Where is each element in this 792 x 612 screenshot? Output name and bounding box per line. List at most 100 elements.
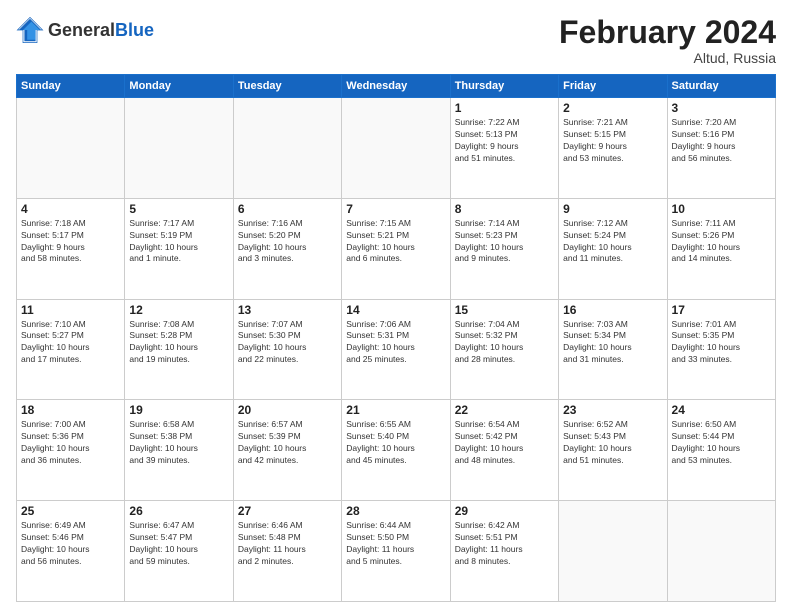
day-number: 18 [21, 403, 120, 417]
day-number: 16 [563, 303, 662, 317]
day-number: 24 [672, 403, 771, 417]
day-number: 25 [21, 504, 120, 518]
table-row: 25 Sunrise: 6:49 AM Sunset: 5:46 PM Dayli… [17, 501, 125, 602]
col-thursday: Thursday [450, 75, 558, 98]
day-info: Sunrise: 7:17 AM Sunset: 5:19 PM Dayligh… [129, 218, 228, 266]
day-info: Sunrise: 7:12 AM Sunset: 5:24 PM Dayligh… [563, 218, 662, 266]
table-row: 26 Sunrise: 6:47 AM Sunset: 5:47 PM Dayli… [125, 501, 233, 602]
day-number: 3 [672, 101, 771, 115]
day-info: Sunrise: 6:47 AM Sunset: 5:47 PM Dayligh… [129, 520, 228, 568]
day-number: 9 [563, 202, 662, 216]
day-info: Sunrise: 6:52 AM Sunset: 5:43 PM Dayligh… [563, 419, 662, 467]
col-tuesday: Tuesday [233, 75, 341, 98]
day-info: Sunrise: 6:57 AM Sunset: 5:39 PM Dayligh… [238, 419, 337, 467]
table-row: 20 Sunrise: 6:57 AM Sunset: 5:39 PM Dayli… [233, 400, 341, 501]
header: GeneralBlue February 2024 Altud, Russia [16, 16, 776, 66]
table-row: 23 Sunrise: 6:52 AM Sunset: 5:43 PM Dayli… [559, 400, 667, 501]
table-row: 5 Sunrise: 7:17 AM Sunset: 5:19 PM Daylig… [125, 198, 233, 299]
table-row: 6 Sunrise: 7:16 AM Sunset: 5:20 PM Daylig… [233, 198, 341, 299]
table-row [667, 501, 775, 602]
day-info: Sunrise: 7:08 AM Sunset: 5:28 PM Dayligh… [129, 319, 228, 367]
table-row: 13 Sunrise: 7:07 AM Sunset: 5:30 PM Dayli… [233, 299, 341, 400]
table-row: 18 Sunrise: 7:00 AM Sunset: 5:36 PM Dayli… [17, 400, 125, 501]
day-number: 20 [238, 403, 337, 417]
logo-icon [16, 16, 44, 44]
day-info: Sunrise: 7:11 AM Sunset: 5:26 PM Dayligh… [672, 218, 771, 266]
col-wednesday: Wednesday [342, 75, 450, 98]
day-info: Sunrise: 7:14 AM Sunset: 5:23 PM Dayligh… [455, 218, 554, 266]
table-row: 7 Sunrise: 7:15 AM Sunset: 5:21 PM Daylig… [342, 198, 450, 299]
day-info: Sunrise: 6:50 AM Sunset: 5:44 PM Dayligh… [672, 419, 771, 467]
calendar-table: Sunday Monday Tuesday Wednesday Thursday… [16, 74, 776, 602]
table-row [125, 98, 233, 199]
day-number: 12 [129, 303, 228, 317]
table-row: 27 Sunrise: 6:46 AM Sunset: 5:48 PM Dayli… [233, 501, 341, 602]
day-number: 27 [238, 504, 337, 518]
title-month: February 2024 [559, 16, 776, 48]
table-row: 14 Sunrise: 7:06 AM Sunset: 5:31 PM Dayli… [342, 299, 450, 400]
logo-text: GeneralBlue [48, 21, 154, 39]
col-monday: Monday [125, 75, 233, 98]
day-info: Sunrise: 6:42 AM Sunset: 5:51 PM Dayligh… [455, 520, 554, 568]
day-number: 28 [346, 504, 445, 518]
title-block: February 2024 Altud, Russia [559, 16, 776, 66]
day-number: 2 [563, 101, 662, 115]
day-number: 1 [455, 101, 554, 115]
table-row [17, 98, 125, 199]
day-info: Sunrise: 7:01 AM Sunset: 5:35 PM Dayligh… [672, 319, 771, 367]
calendar-week-row: 11 Sunrise: 7:10 AM Sunset: 5:27 PM Dayli… [17, 299, 776, 400]
logo: GeneralBlue [16, 16, 154, 44]
day-info: Sunrise: 6:44 AM Sunset: 5:50 PM Dayligh… [346, 520, 445, 568]
day-number: 7 [346, 202, 445, 216]
day-info: Sunrise: 7:10 AM Sunset: 5:27 PM Dayligh… [21, 319, 120, 367]
day-number: 10 [672, 202, 771, 216]
table-row [559, 501, 667, 602]
day-number: 13 [238, 303, 337, 317]
table-row: 29 Sunrise: 6:42 AM Sunset: 5:51 PM Dayli… [450, 501, 558, 602]
day-number: 14 [346, 303, 445, 317]
day-info: Sunrise: 6:54 AM Sunset: 5:42 PM Dayligh… [455, 419, 554, 467]
day-number: 6 [238, 202, 337, 216]
day-number: 5 [129, 202, 228, 216]
day-info: Sunrise: 7:16 AM Sunset: 5:20 PM Dayligh… [238, 218, 337, 266]
col-saturday: Saturday [667, 75, 775, 98]
table-row: 9 Sunrise: 7:12 AM Sunset: 5:24 PM Daylig… [559, 198, 667, 299]
day-info: Sunrise: 6:55 AM Sunset: 5:40 PM Dayligh… [346, 419, 445, 467]
title-location: Altud, Russia [559, 50, 776, 66]
day-info: Sunrise: 6:46 AM Sunset: 5:48 PM Dayligh… [238, 520, 337, 568]
table-row [233, 98, 341, 199]
day-number: 22 [455, 403, 554, 417]
page: GeneralBlue February 2024 Altud, Russia … [0, 0, 792, 612]
day-info: Sunrise: 7:06 AM Sunset: 5:31 PM Dayligh… [346, 319, 445, 367]
day-number: 29 [455, 504, 554, 518]
table-row: 24 Sunrise: 6:50 AM Sunset: 5:44 PM Dayli… [667, 400, 775, 501]
day-number: 21 [346, 403, 445, 417]
table-row: 21 Sunrise: 6:55 AM Sunset: 5:40 PM Dayli… [342, 400, 450, 501]
day-info: Sunrise: 6:49 AM Sunset: 5:46 PM Dayligh… [21, 520, 120, 568]
col-sunday: Sunday [17, 75, 125, 98]
calendar-header-row: Sunday Monday Tuesday Wednesday Thursday… [17, 75, 776, 98]
day-number: 11 [21, 303, 120, 317]
day-info: Sunrise: 7:15 AM Sunset: 5:21 PM Dayligh… [346, 218, 445, 266]
day-number: 23 [563, 403, 662, 417]
day-number: 26 [129, 504, 228, 518]
table-row: 19Sunrise: 6:58 AM Sunset: 5:38 PM Dayli… [125, 400, 233, 501]
day-number: 4 [21, 202, 120, 216]
logo-blue: Blue [115, 20, 154, 40]
day-info: Sunrise: 7:07 AM Sunset: 5:30 PM Dayligh… [238, 319, 337, 367]
day-number: 8 [455, 202, 554, 216]
table-row [342, 98, 450, 199]
table-row: 17Sunrise: 7:01 AM Sunset: 5:35 PM Dayli… [667, 299, 775, 400]
day-info: Sunrise: 7:21 AM Sunset: 5:15 PM Dayligh… [563, 117, 662, 165]
calendar-week-row: 1 Sunrise: 7:22 AM Sunset: 5:13 PM Daylig… [17, 98, 776, 199]
table-row: 15Sunrise: 7:04 AM Sunset: 5:32 PM Dayli… [450, 299, 558, 400]
table-row: 12 Sunrise: 7:08 AM Sunset: 5:28 PM Dayli… [125, 299, 233, 400]
day-info: Sunrise: 7:00 AM Sunset: 5:36 PM Dayligh… [21, 419, 120, 467]
table-row: 4Sunrise: 7:18 AM Sunset: 5:17 PM Daylig… [17, 198, 125, 299]
table-row: 1 Sunrise: 7:22 AM Sunset: 5:13 PM Daylig… [450, 98, 558, 199]
day-info: Sunrise: 7:20 AM Sunset: 5:16 PM Dayligh… [672, 117, 771, 165]
day-info: Sunrise: 7:22 AM Sunset: 5:13 PM Dayligh… [455, 117, 554, 165]
calendar-week-row: 25 Sunrise: 6:49 AM Sunset: 5:46 PM Dayli… [17, 501, 776, 602]
table-row: 28 Sunrise: 6:44 AM Sunset: 5:50 PM Dayli… [342, 501, 450, 602]
table-row: 22 Sunrise: 6:54 AM Sunset: 5:42 PM Dayli… [450, 400, 558, 501]
